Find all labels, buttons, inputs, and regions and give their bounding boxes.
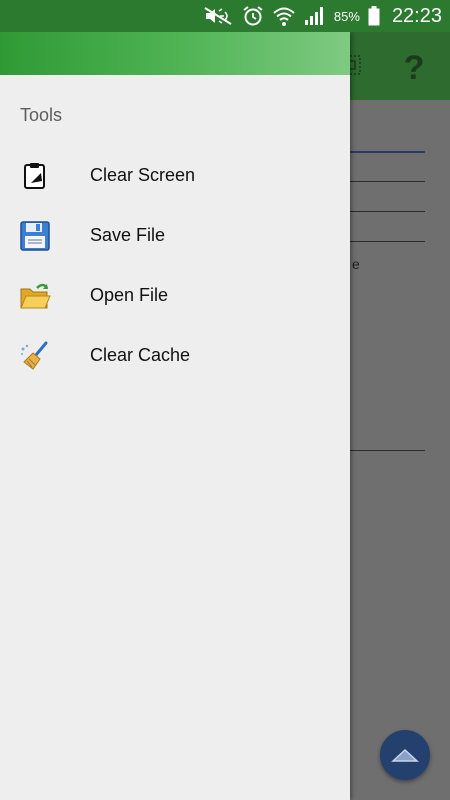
battery-icon [368,6,380,26]
help-icon[interactable]: ? [402,48,426,88]
alarm-icon [242,5,264,27]
battery-percent: 85% [333,8,360,24]
chevron-up-icon [391,748,419,762]
menu-item-clear-cache[interactable]: Clear Cache [0,326,350,386]
drawer-section-title: Tools [20,105,63,125]
scroll-up-button[interactable] [380,730,430,780]
drawer-header [0,32,350,75]
floppy-save-icon [18,219,52,253]
menu-item-label: Clear Cache [90,345,191,365]
menu-item-save-file[interactable]: Save File [0,206,350,266]
divider [350,181,425,182]
drawer-menu: Clear Screen Save File Open File Clear C… [0,146,350,386]
navigation-drawer: Tools Clear Screen Save File Open File C… [0,32,350,800]
status-icons: 85% 22:23 [204,0,442,32]
folder-open-icon [18,279,52,313]
mute-icon [204,6,234,26]
divider [350,211,425,212]
menu-item-open-file[interactable]: Open File [0,266,350,326]
menu-item-label: Clear Screen [90,165,196,185]
divider [350,241,425,242]
wifi-icon [272,5,296,27]
menu-item-label: Save File [90,225,166,245]
status-bar: 85% 22:23 [0,0,450,32]
clock: 22:23 [391,4,442,27]
clipboard-clear-icon [18,159,52,193]
screen: 85% 22:23 ? e Tools Clear Screen Save Fi… [0,0,450,800]
menu-item-clear-screen[interactable]: Clear Screen [0,146,350,206]
menu-item-label: Open File [90,285,169,305]
divider [350,151,425,153]
content-area: e [350,100,450,500]
content-text-fragment: e [352,256,360,272]
signal-icon [304,6,326,26]
broom-icon [18,339,52,373]
divider [350,450,425,451]
